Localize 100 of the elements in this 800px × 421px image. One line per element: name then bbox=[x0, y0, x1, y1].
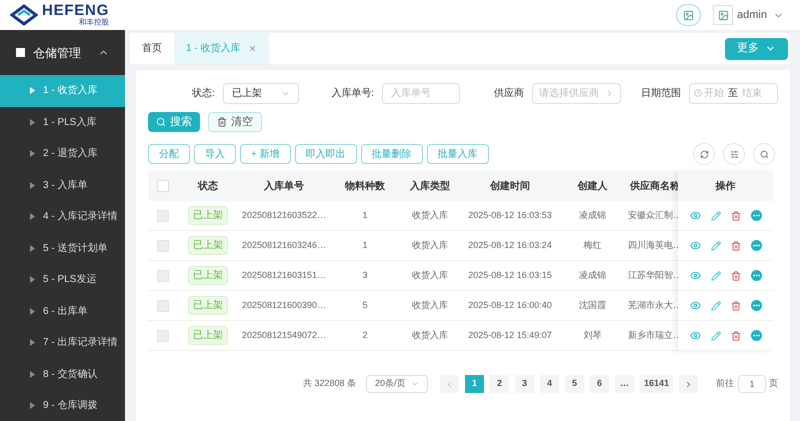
refresh-icon bbox=[700, 150, 708, 158]
delete-icon[interactable] bbox=[730, 330, 740, 340]
notification-button[interactable] bbox=[676, 4, 702, 26]
triangle-icon bbox=[30, 276, 35, 284]
view-icon[interactable] bbox=[690, 300, 700, 311]
search-icon bbox=[760, 150, 768, 158]
order-number-cell-text: 202508121600390… bbox=[242, 298, 326, 312]
date-cell-text: 2025-08-12 16:03:24 bbox=[468, 238, 552, 252]
avatar[interactable] bbox=[713, 5, 734, 25]
more-icon[interactable] bbox=[750, 300, 762, 311]
status-label: 状态: bbox=[192, 86, 215, 100]
tab[interactable]: 首页 bbox=[130, 33, 174, 64]
page-button[interactable]: … bbox=[615, 375, 634, 393]
date-cell-text: 2025-08-12 16:03:15 bbox=[468, 268, 552, 282]
edit-icon[interactable] bbox=[710, 210, 720, 220]
triangle-icon bbox=[30, 339, 35, 346]
triangle-icon bbox=[30, 308, 35, 315]
logo-text: HEFENG bbox=[42, 2, 110, 18]
triangle-icon bbox=[30, 182, 35, 189]
header-checkbox[interactable] bbox=[157, 180, 169, 192]
delete-icon[interactable] bbox=[730, 240, 740, 250]
clear-button[interactable]: 清空 bbox=[208, 112, 262, 132]
type-cell-text: 收货入库 bbox=[412, 208, 448, 222]
sidebar-item[interactable]: 8 - 交货确认 bbox=[0, 358, 125, 390]
sidebar-item[interactable]: 6 - 出库单 bbox=[0, 296, 125, 327]
view-icon[interactable] bbox=[690, 240, 700, 251]
next-page-button[interactable] bbox=[679, 375, 698, 393]
column-header: 物料种数 bbox=[344, 180, 386, 194]
page-button[interactable]: 6 bbox=[590, 375, 609, 393]
sidebar-group[interactable]: 仓储管理 bbox=[0, 30, 125, 75]
edit-icon[interactable] bbox=[710, 300, 720, 310]
sidebar-item[interactable]: 7 - 出库记录详情 bbox=[0, 327, 125, 358]
more-icon[interactable] bbox=[750, 270, 762, 281]
sidebar-item[interactable]: 5 - PLS发运 bbox=[0, 264, 125, 296]
edit-icon[interactable] bbox=[710, 330, 720, 340]
edit-icon[interactable] bbox=[710, 270, 720, 280]
total-count: 共 322808 条 bbox=[303, 377, 356, 390]
goto-label: 前往 bbox=[716, 377, 734, 390]
order-number-field[interactable]: 入库单号 bbox=[382, 82, 460, 104]
sidebar-item[interactable]: 1 - PLS入库 bbox=[0, 106, 125, 138]
sidebar-item[interactable]: 9 - 仓库调拨 bbox=[0, 390, 125, 421]
edit-icon[interactable] bbox=[710, 240, 720, 250]
view-icon[interactable] bbox=[690, 270, 700, 281]
triangle-icon bbox=[30, 370, 35, 378]
image-icon bbox=[718, 10, 729, 20]
view-icon[interactable] bbox=[690, 330, 700, 341]
status-tag: 已上架 bbox=[188, 266, 228, 285]
image-icon bbox=[683, 10, 694, 20]
creator-cell-text: 沈国霞 bbox=[579, 298, 606, 312]
view-icon[interactable] bbox=[690, 210, 700, 221]
page-button[interactable]: 5 bbox=[565, 375, 584, 393]
quantity-cell-text: 2 bbox=[362, 328, 368, 342]
sidebar-item[interactable]: 4 - 入库记录详情 bbox=[0, 201, 125, 232]
column-header: 创建时间 bbox=[488, 180, 531, 194]
chevron-left-icon bbox=[445, 380, 454, 388]
page-button[interactable]: 4 bbox=[540, 375, 559, 393]
triangle-icon bbox=[30, 150, 35, 158]
sidebar-item[interactable]: 2 - 退货入库 bbox=[0, 138, 125, 170]
page-suffix: 页 bbox=[769, 377, 778, 390]
triangle-icon bbox=[30, 244, 35, 252]
creator-cell-text: 梅红 bbox=[584, 238, 602, 252]
triangle-icon bbox=[30, 402, 35, 410]
goto-page-field[interactable]: 1 bbox=[738, 375, 766, 393]
status-tag: 已上架 bbox=[188, 236, 228, 255]
quantity-cell-text: 1 bbox=[362, 238, 368, 252]
date-cell-text: 2025-08-12 15:49:07 bbox=[468, 328, 552, 342]
date-range-label: 日期范围 bbox=[641, 86, 682, 100]
column-header: 入库类型 bbox=[409, 179, 451, 194]
logo-icon bbox=[8, 3, 40, 27]
delete-icon[interactable] bbox=[730, 270, 740, 280]
creator-cell-text: 凌成锦 bbox=[579, 208, 606, 222]
column-header: 操作 bbox=[678, 171, 773, 201]
status-select[interactable]: 已上架 bbox=[222, 82, 300, 104]
more-icon[interactable] bbox=[750, 240, 762, 251]
columns-button[interactable] bbox=[723, 143, 745, 165]
refresh-button[interactable] bbox=[693, 143, 715, 165]
supplier-label: 供应商 bbox=[494, 86, 524, 100]
more-icon[interactable] bbox=[750, 210, 762, 221]
page-button[interactable]: 2 bbox=[490, 375, 509, 393]
delete-icon[interactable] bbox=[730, 300, 740, 310]
sidebar-item[interactable]: 5 - 送货计划单 bbox=[0, 232, 125, 264]
user-name[interactable]: admin bbox=[737, 6, 767, 24]
status-tag: 已上架 bbox=[188, 206, 228, 225]
quantity-cell-text: 1 bbox=[362, 208, 368, 222]
search-toggle-button[interactable] bbox=[753, 143, 775, 165]
triangle-icon bbox=[30, 118, 35, 126]
sidebar-item[interactable]: 3 - 入库单 bbox=[0, 170, 125, 201]
delete-icon[interactable] bbox=[730, 210, 740, 220]
page-button[interactable]: 16141 bbox=[640, 375, 674, 393]
order-number-cell-text: 202508121549072… bbox=[242, 328, 326, 342]
column-header: 状态 bbox=[196, 180, 219, 194]
page-size-select[interactable]: 20条/页 bbox=[366, 375, 428, 393]
more-icon[interactable] bbox=[750, 330, 762, 341]
creator-cell-text: 刘琴 bbox=[584, 328, 602, 342]
date-range-field[interactable]: 开始 至 结束 bbox=[689, 82, 778, 104]
column-header: 创建人 bbox=[576, 180, 608, 194]
page-button[interactable]: 3 bbox=[515, 375, 534, 393]
group-label: 仓储管理 bbox=[33, 44, 82, 62]
date-cell-text: 2025-08-12 16:00:40 bbox=[468, 298, 552, 312]
close-icon[interactable] bbox=[248, 44, 258, 53]
